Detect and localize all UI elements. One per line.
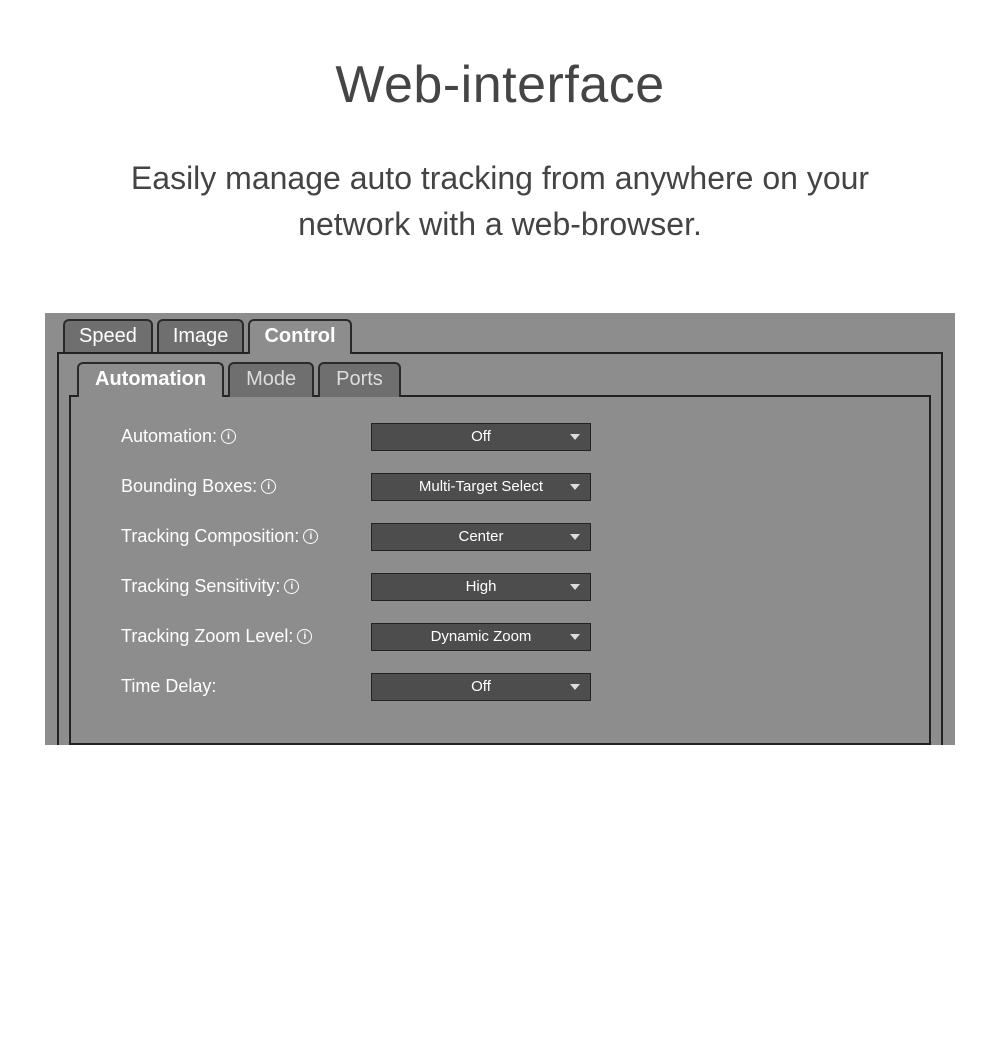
row-tracking-composition: Tracking Composition: i Center xyxy=(121,523,909,551)
row-bounding-boxes: Bounding Boxes: i Multi-Target Select xyxy=(121,473,909,501)
label-tracking-sensitivity-text: Tracking Sensitivity: xyxy=(121,576,280,597)
chevron-down-icon xyxy=(570,484,580,490)
chevron-down-icon xyxy=(570,434,580,440)
chevron-down-icon xyxy=(570,584,580,590)
info-icon[interactable]: i xyxy=(297,629,312,644)
subtab-ports[interactable]: Ports xyxy=(318,362,401,397)
tab-image[interactable]: Image xyxy=(157,319,245,354)
select-time-delay[interactable]: Off xyxy=(371,673,591,701)
label-time-delay-text: Time Delay: xyxy=(121,676,216,697)
row-tracking-sensitivity: Tracking Sensitivity: i High xyxy=(121,573,909,601)
chevron-down-icon xyxy=(570,684,580,690)
chevron-down-icon xyxy=(570,534,580,540)
label-automation-text: Automation: xyxy=(121,426,217,447)
page-subtitle: Easily manage auto tracking from anywher… xyxy=(0,155,1000,248)
label-tracking-zoom-level-text: Tracking Zoom Level: xyxy=(121,626,293,647)
label-time-delay: Time Delay: xyxy=(121,676,371,697)
select-bounding-boxes[interactable]: Multi-Target Select xyxy=(371,473,591,501)
chevron-down-icon xyxy=(570,634,580,640)
select-tracking-composition[interactable]: Center xyxy=(371,523,591,551)
label-tracking-composition-text: Tracking Composition: xyxy=(121,526,299,547)
row-time-delay: Time Delay: Off xyxy=(121,673,909,701)
label-tracking-composition: Tracking Composition: i xyxy=(121,526,371,547)
label-bounding-boxes: Bounding Boxes: i xyxy=(121,476,371,497)
select-bounding-boxes-value: Multi-Target Select xyxy=(419,478,543,495)
label-tracking-sensitivity: Tracking Sensitivity: i xyxy=(121,576,371,597)
info-icon[interactable]: i xyxy=(221,429,236,444)
info-icon[interactable]: i xyxy=(261,479,276,494)
tab-control[interactable]: Control xyxy=(248,319,351,354)
row-tracking-zoom-level: Tracking Zoom Level: i Dynamic Zoom xyxy=(121,623,909,651)
select-tracking-sensitivity-value: High xyxy=(466,578,497,595)
row-automation: Automation: i Off xyxy=(121,423,909,451)
settings-panel: Speed Image Control Automation Mode Port… xyxy=(45,313,955,745)
subtab-mode[interactable]: Mode xyxy=(228,362,314,397)
subtab-automation[interactable]: Automation xyxy=(77,362,224,397)
select-automation[interactable]: Off xyxy=(371,423,591,451)
select-tracking-zoom-level-value: Dynamic Zoom xyxy=(431,628,532,645)
sub-tabs: Automation Mode Ports xyxy=(77,362,931,397)
tab-speed[interactable]: Speed xyxy=(63,319,153,354)
top-tabs: Speed Image Control xyxy=(63,319,949,354)
label-automation: Automation: i xyxy=(121,426,371,447)
label-bounding-boxes-text: Bounding Boxes: xyxy=(121,476,257,497)
info-icon[interactable]: i xyxy=(303,529,318,544)
select-tracking-zoom-level[interactable]: Dynamic Zoom xyxy=(371,623,591,651)
info-icon[interactable]: i xyxy=(284,579,299,594)
label-tracking-zoom-level: Tracking Zoom Level: i xyxy=(121,626,371,647)
select-time-delay-value: Off xyxy=(471,678,491,695)
control-tab-content: Automation Mode Ports Automation: i Off … xyxy=(57,352,943,745)
automation-form: Automation: i Off Bounding Boxes: i Mult… xyxy=(69,395,931,745)
page-title: Web-interface xyxy=(0,55,1000,115)
select-tracking-composition-value: Center xyxy=(458,528,503,545)
select-tracking-sensitivity[interactable]: High xyxy=(371,573,591,601)
select-automation-value: Off xyxy=(471,428,491,445)
